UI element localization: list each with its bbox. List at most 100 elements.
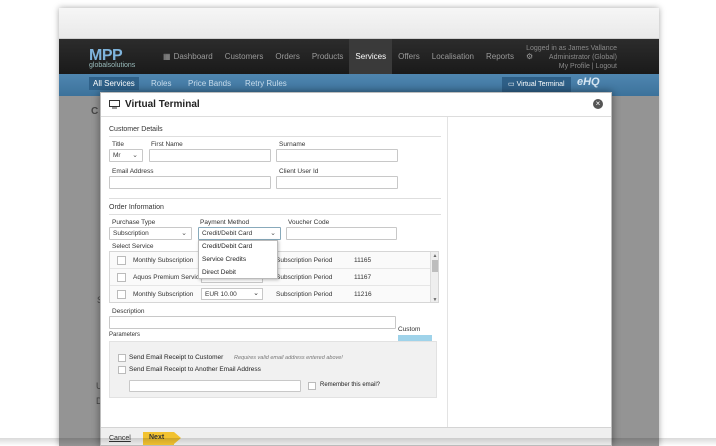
profile-logout-links[interactable]: My Profile | Logout [526,62,617,71]
nav-products[interactable]: Products [306,39,350,74]
service-period: Subscription Period [276,257,333,264]
title-select[interactable]: Mr ⌄ [109,149,143,162]
main-nav: ▦ Dashboard Customers Orders Products Ser… [157,39,539,74]
nav-label: Offers [398,52,420,61]
vt-tab-label: Virtual Terminal [516,81,565,88]
order-information-heading: Order Information [109,204,164,211]
service-checkbox[interactable] [117,256,126,265]
receipt-other-checkbox[interactable] [118,366,126,374]
client-user-id-label: Client User Id [279,168,319,175]
nav-services[interactable]: Services [349,39,393,74]
voucher-code-label: Voucher Code [288,219,330,226]
chevron-down-icon: ⌄ [181,230,187,237]
nav-orders[interactable]: Orders [269,39,305,74]
service-id: 11165 [354,257,372,264]
first-name-label: First Name [151,141,183,148]
select-service-label: Select Service [112,243,154,250]
email-field[interactable] [109,176,271,189]
subnav-all-services[interactable]: All Services [89,77,139,90]
voucher-code-input[interactable] [286,227,397,240]
service-checkbox[interactable] [117,290,126,299]
subnav-retry-rules[interactable]: Retry Rules [245,79,287,88]
divider [109,214,441,215]
nav-label: Reports [486,52,515,61]
nav-label: Localisation [431,52,474,61]
user-role: Administrator (Global) [548,54,617,61]
nav-label: Services [355,52,387,61]
payment-method-select[interactable]: Credit/Debit Card ⌄ [198,227,281,240]
nav-label: Customers [224,52,264,61]
divider [109,136,441,137]
user-info: Logged in as James Vallance Administrato… [526,44,617,71]
nav-label: Dashboard [173,52,213,61]
divider [109,198,441,199]
nav-offers[interactable]: Offers [392,39,426,74]
remember-email-label: Remember this email? [320,382,381,388]
nav-label: Products [311,52,344,61]
service-name: Monthly Subscription [133,291,194,298]
table-row[interactable]: Monthly Subscription EUR 10.00 ⌄ Subscrip… [110,286,430,302]
virtual-terminal-tab[interactable]: ▭ Virtual Terminal [502,77,571,93]
service-checkbox[interactable] [117,273,126,282]
nav-reports[interactable]: Reports [480,39,520,74]
subnav-price-bands[interactable]: Price Bands [188,79,231,88]
surname-input[interactable] [276,149,398,162]
first-name-input[interactable] [149,149,271,162]
payment-option-service-credits[interactable]: Service Credits [199,254,277,267]
monitor-icon: ▭ [508,81,517,88]
payment-method-value: Credit/Debit Card [202,230,253,237]
email-label: Email Address [112,168,154,175]
other-email-input[interactable] [129,380,301,392]
payment-option-card[interactable]: Credit/Debit Card [199,241,277,254]
chevron-down-icon: ⌄ [270,230,276,237]
title-label: Title [112,141,125,148]
nav-dashboard[interactable]: ▦ Dashboard [157,39,219,74]
description-label: Description [112,308,145,315]
service-period: Subscription Period [276,291,333,298]
client-user-id-input[interactable] [276,176,398,189]
receipt-note: Requires valid email address entered abo… [234,355,343,361]
remember-email-checkbox[interactable] [308,382,316,390]
service-name: Monthly Subscription [133,257,194,264]
modal-form: Customer Details Title Mr ⌄ First Name Su… [101,117,447,445]
surname-label: Surname [279,141,306,148]
receipt-customer-checkbox[interactable] [118,354,126,362]
scroll-down-icon[interactable]: ▼ [431,297,438,302]
top-navigation: MPP globalsolutions ▦ Dashboard Customers… [59,39,659,74]
modal-header: Virtual Terminal [101,93,611,117]
ehq-logo: eHQ [577,76,600,88]
nav-localisation[interactable]: Localisation [426,39,480,74]
parameters-heading: Parameters [109,332,141,338]
subnav-roles[interactable]: Roles [151,79,171,88]
logo-subtext: globalsolutions [89,62,136,69]
logged-in-text: Logged in as James Vallance [526,45,617,52]
nav-customers[interactable]: Customers [219,39,270,74]
purchase-type-value: Subscription [113,230,149,237]
monitor-icon [109,100,120,109]
custom-label: Custom [398,326,421,333]
brand-logo[interactable]: MPP globalsolutions [89,47,135,69]
receipt-other-label: Send Email Receipt to Another Email Addr… [129,366,261,373]
payment-option-direct-debit[interactable]: Direct Debit [199,267,277,280]
scrollbar-thumb[interactable] [432,260,438,272]
close-icon[interactable]: × [593,99,603,109]
service-name: Aquos Premium Service [133,274,203,281]
grid-icon: ▦ [163,52,171,61]
modal-title: Virtual Terminal [125,99,200,110]
virtual-terminal-modal: Virtual Terminal × Customer Details Titl… [100,92,612,446]
browser-chrome [59,8,659,39]
payment-method-label: Payment Method [200,219,250,226]
service-period: Subscription Period [276,274,333,281]
price-select[interactable]: EUR 10.00 ⌄ [201,288,263,300]
payment-method-dropdown: Credit/Debit Card Service Credits Direct… [198,240,278,279]
price-value: EUR 10.00 [205,291,237,298]
description-input[interactable] [109,316,396,329]
scroll-up-icon[interactable]: ▲ [431,253,438,259]
customer-details-heading: Customer Details [109,126,163,133]
service-list-scrollbar[interactable]: ▲ ▼ [430,252,438,302]
chevron-down-icon: ⌄ [132,152,138,159]
purchase-type-label: Purchase Type [112,219,156,226]
purchase-type-select[interactable]: Subscription ⌄ [109,227,192,240]
parameters-panel: Send Email Receipt to Customer Requires … [109,341,437,398]
receipt-customer-label: Send Email Receipt to Customer [129,354,224,361]
